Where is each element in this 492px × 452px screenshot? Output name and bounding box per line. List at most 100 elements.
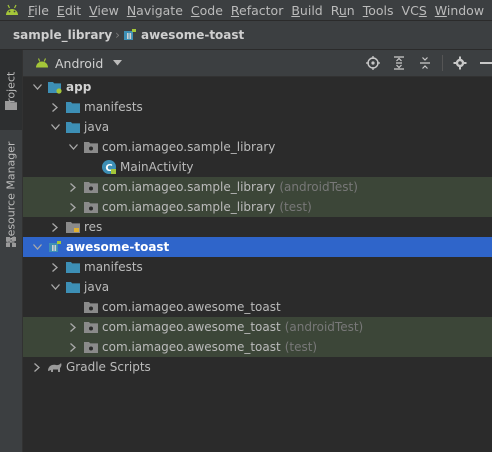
tree-row-label: MainActivity <box>120 160 194 174</box>
folder-icon <box>5 99 17 113</box>
chevron-right-icon[interactable] <box>67 202 79 212</box>
breadcrumb-project[interactable]: sample_library <box>13 28 112 42</box>
tree-row-label: java <box>84 280 110 294</box>
expand-all-icon[interactable] <box>388 52 410 74</box>
tree-row[interactable]: res <box>23 217 492 237</box>
tree-row[interactable]: java <box>23 117 492 137</box>
tree-row-label: com.iamageo.sample_library <box>102 180 276 194</box>
chevron-down-icon[interactable] <box>49 124 61 130</box>
tree-row[interactable]: manifests <box>23 257 492 277</box>
tree-row-label: res <box>84 220 103 234</box>
android-icon <box>35 58 49 68</box>
tree-row-suffix: (test) <box>284 340 318 354</box>
tree-row-suffix: (test) <box>279 200 312 214</box>
tree-row-label: com.iamageo.sample_library <box>102 200 276 214</box>
package-icon <box>83 139 99 155</box>
res-folder-icon <box>65 219 81 235</box>
breadcrumb-project-label: sample_library <box>13 28 113 42</box>
hide-panel-icon[interactable] <box>475 52 492 74</box>
menu-item[interactable]: Window <box>431 3 488 18</box>
tree-row-suffix: (androidTest) <box>279 180 358 194</box>
tree-row-label: manifests <box>84 100 143 114</box>
tree-row-label: app <box>66 80 92 94</box>
menu-item[interactable]: Refactor <box>227 3 287 18</box>
tree-row[interactable]: awesome-toast <box>23 237 492 257</box>
breadcrumb-module-label: awesome-toast <box>140 28 245 42</box>
project-toolbar: Android <box>23 50 492 77</box>
menu-bar: File Edit View Navigate Code Refactor Build Run… <box>0 0 492 20</box>
menu-item[interactable]: Code <box>187 3 227 18</box>
package-icon <box>83 339 99 355</box>
locate-file-icon[interactable] <box>362 52 384 74</box>
chevron-right-icon[interactable] <box>49 102 61 112</box>
tree-row[interactable]: Gradle Scripts <box>23 357 492 377</box>
tree-row-label: com.iamageo.sample_library <box>102 140 276 154</box>
chevron-down-icon[interactable] <box>31 244 43 250</box>
project-tree: app manifests java com.iamageo.sample_libra… <box>23 77 492 452</box>
app-module-icon <box>47 79 63 95</box>
tree-row-label: Gradle Scripts <box>66 360 151 374</box>
menu-item[interactable]: Tools <box>359 3 398 18</box>
left-tool-window-bar: Project Resource Manager <box>0 50 23 452</box>
tree-row-label: com.iamageo.awesome_toast <box>102 300 281 314</box>
package-icon <box>83 179 99 195</box>
breadcrumb-separator-icon: › <box>115 28 120 42</box>
tab-resource-manager[interactable]: Resource Manager <box>0 132 22 252</box>
chevron-right-icon[interactable] <box>49 222 61 232</box>
chevron-right-icon[interactable] <box>67 342 79 352</box>
breadcrumb-module[interactable]: awesome-toast <box>123 28 244 42</box>
chevron-down-icon[interactable] <box>31 84 43 90</box>
menu-item[interactable]: Run <box>327 3 359 18</box>
view-mode-selector[interactable]: Android <box>35 55 123 71</box>
tree-row[interactable]: com.iamageo.sample_library <box>23 137 492 157</box>
tree-row[interactable]: com.iamageo.awesome_toast <box>23 297 492 317</box>
tree-row[interactable]: C MainActivity <box>23 157 492 177</box>
dropdown-arrow-icon <box>113 60 123 66</box>
folder-icon <box>65 99 81 115</box>
menu-item[interactable]: Edit <box>53 3 85 18</box>
tree-row[interactable]: app <box>23 77 492 97</box>
tree-row-label: java <box>84 120 110 134</box>
folder-icon <box>65 259 81 275</box>
folder-icon <box>65 119 81 135</box>
tree-row-label: com.iamageo.awesome_toast <box>102 320 281 334</box>
tree-row[interactable]: com.iamageo.sample_library (androidTest) <box>23 177 492 197</box>
menu-item[interactable]: File <box>24 3 53 18</box>
menu-item[interactable]: Navigate <box>123 3 187 18</box>
menu-item[interactable]: Build <box>287 3 326 18</box>
tree-row-label: manifests <box>84 260 143 274</box>
chevron-right-icon[interactable] <box>67 182 79 192</box>
library-module-icon <box>123 28 137 42</box>
tree-row[interactable]: manifests <box>23 97 492 117</box>
tree-row[interactable]: com.iamageo.awesome_toast (test) <box>23 337 492 357</box>
library-module-icon <box>47 239 63 255</box>
tree-row-label: com.iamageo.awesome_toast <box>102 340 281 354</box>
tree-row[interactable]: com.iamageo.sample_library (test) <box>23 197 492 217</box>
menu-item[interactable]: VCS <box>398 3 431 18</box>
chevron-right-icon[interactable] <box>67 322 79 332</box>
tree-row[interactable]: java <box>23 277 492 297</box>
android-logo-icon <box>0 0 24 20</box>
tree-row-suffix: (androidTest) <box>284 320 364 334</box>
view-mode-label: Android <box>55 55 104 71</box>
resource-manager-icon <box>5 236 17 251</box>
package-icon <box>83 199 99 215</box>
tab-resource-manager-label: Resource Manager <box>4 140 18 244</box>
tree-row[interactable]: com.iamageo.awesome_toast (androidTest) <box>23 317 492 337</box>
chevron-down-icon[interactable] <box>67 144 79 150</box>
tab-project[interactable]: Project <box>0 50 22 130</box>
package-icon <box>83 299 99 315</box>
tree-row-label: awesome-toast <box>66 240 170 254</box>
class-icon: C <box>101 159 117 175</box>
gear-icon[interactable] <box>449 52 471 74</box>
collapse-all-icon[interactable] <box>414 52 436 74</box>
chevron-right-icon[interactable] <box>49 262 61 272</box>
toolbar-divider <box>442 55 443 71</box>
package-icon <box>83 319 99 335</box>
chevron-down-icon[interactable] <box>49 284 61 290</box>
folder-icon <box>65 279 81 295</box>
menu-item[interactable]: View <box>85 3 123 18</box>
gradle-icon <box>47 359 63 375</box>
chevron-right-icon[interactable] <box>31 362 43 372</box>
breadcrumb: sample_library › awesome-toast <box>0 21 492 50</box>
